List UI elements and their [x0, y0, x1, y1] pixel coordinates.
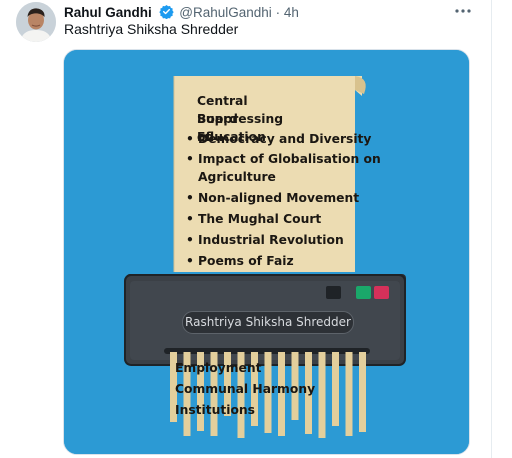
- paper-list-item: Agriculture: [186, 168, 276, 186]
- bullet-icon: •: [186, 212, 194, 226]
- paper-strip: [332, 352, 339, 426]
- header-separator: ·: [275, 5, 281, 20]
- paper-strip: [359, 352, 366, 432]
- paper-list-item-text: The Mughal Court: [198, 212, 322, 226]
- bullet-icon: •: [186, 191, 194, 205]
- paper-list-item: • The Mughal Court: [186, 210, 321, 228]
- avatar[interactable]: [16, 2, 56, 42]
- tweet: Rahul Gandhi @RahulGandhi · 4h Rashtriya…: [0, 0, 512, 458]
- ellipsis-icon[interactable]: [452, 3, 474, 19]
- paper-list-item-text: Industrial Revolution: [198, 233, 344, 247]
- paper-list-item: • Poems of Faiz: [186, 252, 294, 270]
- paper-list-item-text: Poems of Faiz: [198, 254, 294, 268]
- bullet-icon: •: [186, 254, 194, 268]
- green-light: [356, 286, 371, 299]
- paper-list-item-text: Agriculture: [198, 170, 276, 184]
- bullet-icon: •: [186, 233, 194, 247]
- shredder-label: Rashtriya Shiksha Shredder: [182, 311, 354, 334]
- paper-list-item-text: Democracy and Diversity: [198, 132, 372, 146]
- author-name[interactable]: Rahul Gandhi: [64, 5, 152, 20]
- paper-strip: [318, 352, 326, 438]
- red-light: [374, 286, 389, 299]
- paper-list-item-text: Non-aligned Movement: [198, 191, 360, 205]
- tweet-image[interactable]: Central Board of Suppressing Education •…: [63, 49, 470, 455]
- paper-strip: [345, 352, 353, 436]
- paper-list-item: • Industrial Revolution: [186, 231, 344, 249]
- paper-list-item-text: Impact of Globalisation on: [198, 152, 381, 166]
- column-divider: [491, 0, 492, 458]
- paper-list-item: • Democracy and Diversity: [186, 130, 371, 148]
- tweet-text: Rashtriya Shiksha Shredder: [64, 21, 239, 37]
- author-handle[interactable]: @RahulGandhi: [179, 5, 272, 20]
- shredded-word: Communal Harmony: [175, 382, 316, 396]
- shredded-word: Institutions: [175, 403, 255, 417]
- bullet-icon: •: [186, 152, 194, 166]
- shredded-word: Employment: [175, 361, 262, 375]
- bullet-icon: •: [186, 132, 194, 146]
- tweet-timestamp[interactable]: 4h: [284, 5, 299, 20]
- verified-badge-icon: [158, 4, 174, 20]
- paper-list-item: • Impact of Globalisation on: [186, 150, 381, 168]
- shredded-words: Employment Communal Harmony Institutions: [175, 358, 315, 421]
- tweet-header: Rahul Gandhi @RahulGandhi · 4h: [64, 4, 299, 22]
- paper-list-item: • Non-aligned Movement: [186, 189, 359, 207]
